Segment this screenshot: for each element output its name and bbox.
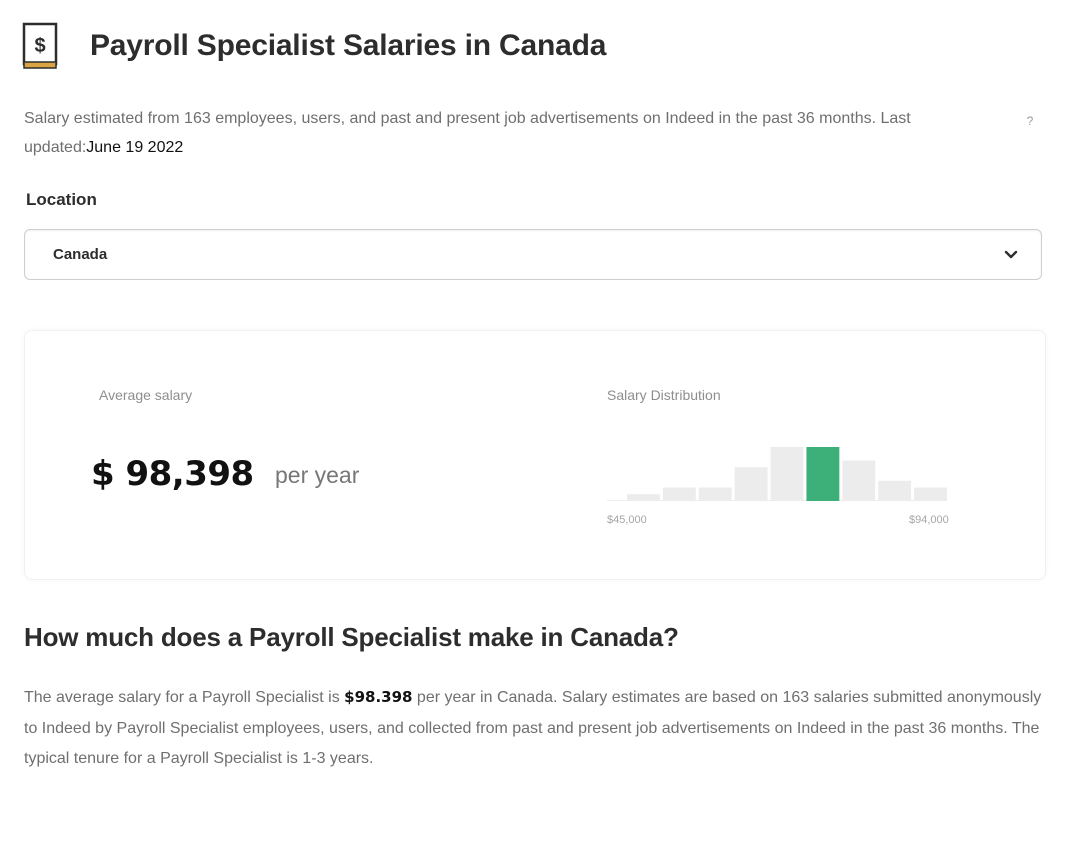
histogram-bar xyxy=(627,494,660,501)
distribution-max-label: $94,000 xyxy=(909,514,949,526)
page-title: Payroll Specialist Salaries in Canada xyxy=(90,29,607,62)
section-body: The average salary for a Payroll Special… xyxy=(24,682,1044,775)
average-salary-amount: $ 98,398 xyxy=(91,454,254,494)
section-heading: How much does a Payroll Specialist make … xyxy=(24,622,679,652)
location-label: Location xyxy=(26,190,97,209)
histogram-bar xyxy=(662,487,696,501)
histogram-bar xyxy=(770,447,804,501)
chevron-down-icon xyxy=(1004,250,1018,259)
histogram-bar xyxy=(878,480,912,501)
salary-summary-card: Average salary $ 98,398 per year Salary … xyxy=(24,330,1046,580)
histogram-bar xyxy=(842,460,876,501)
average-salary-label: Average salary xyxy=(99,387,193,403)
histogram-bar xyxy=(698,487,732,501)
money-bill-icon: $ xyxy=(22,22,58,69)
histogram-bar-highlighted xyxy=(806,447,840,501)
salary-page: $ Payroll Specialist Salaries in Canada … xyxy=(0,0,1080,860)
salary-period: per year xyxy=(275,462,360,488)
distribution-min-label: $45,000 xyxy=(607,514,647,526)
body-salary-value: $98.398 xyxy=(344,688,413,706)
histogram-bar xyxy=(914,487,947,501)
salary-distribution-label: Salary Distribution xyxy=(607,387,721,403)
histogram-bar xyxy=(734,467,768,501)
help-icon[interactable]: ? xyxy=(1020,111,1040,131)
salary-distribution-histogram xyxy=(607,447,947,501)
page-header: $ Payroll Specialist Salaries in Canada xyxy=(22,22,606,70)
last-updated-date: June 19 2022 xyxy=(86,139,184,156)
salary-description: Salary estimated from 163 employees, use… xyxy=(24,104,984,162)
body-text-start: The average salary for a Payroll Special… xyxy=(24,689,345,706)
location-dropdown[interactable]: Canada xyxy=(24,229,1042,280)
svg-text:$: $ xyxy=(34,35,45,57)
location-selected-value: Canada xyxy=(53,246,108,263)
